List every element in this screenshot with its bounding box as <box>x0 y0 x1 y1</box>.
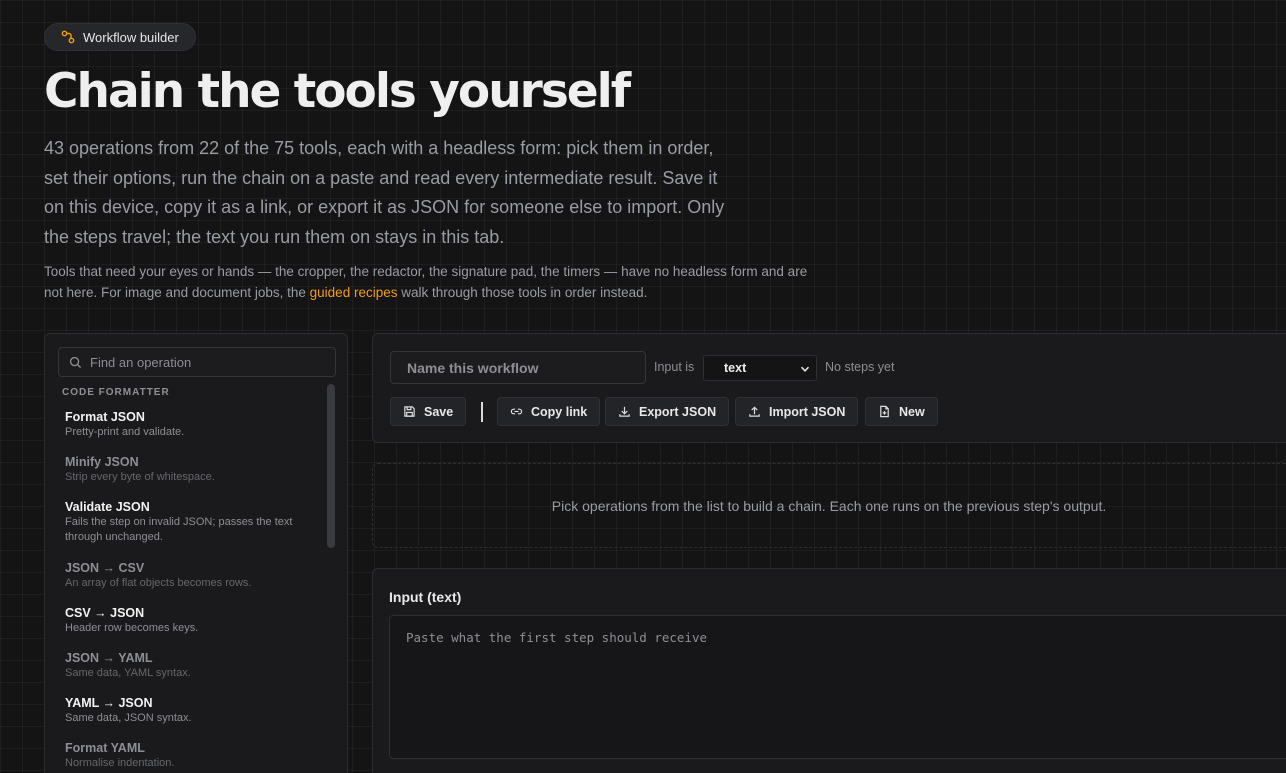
search-box <box>58 347 336 377</box>
operations-sidebar: CODE FORMATTER Format JSON Pretty-print … <box>44 333 348 773</box>
workflow-icon <box>61 30 75 44</box>
new-file-icon <box>880 405 889 418</box>
operation-name: Minify JSON <box>65 455 139 469</box>
operation-item[interactable]: YAML → JSON Same data, JSON syntax. <box>45 690 325 735</box>
download-icon <box>619 406 630 417</box>
operations-list: Format JSON Pretty-print and validate. M… <box>45 404 325 773</box>
toolbar-divider <box>481 402 483 422</box>
operation-item[interactable]: CSV → JSON Header row becomes keys. <box>45 600 325 645</box>
save-button[interactable]: Save <box>390 397 467 426</box>
operation-desc: Header row becomes keys. <box>65 622 199 634</box>
import-json-label: Import JSON <box>769 404 846 419</box>
operation-item[interactable]: Minify JSON Strip every byte of whitespa… <box>45 449 325 494</box>
input-is-label: Input is <box>654 360 695 374</box>
operation-item[interactable]: Validate JSON Fails the step on invalid … <box>45 494 325 555</box>
import-json-button[interactable]: Import JSON <box>735 397 859 426</box>
operation-desc: An array of flat objects becomes rows. <box>65 577 252 589</box>
operation-name: Format JSON <box>65 410 145 424</box>
copy-link-button[interactable]: Copy link <box>497 397 601 426</box>
sidebar-scrollbar[interactable] <box>327 384 335 548</box>
operation-name: YAML → JSON <box>65 696 153 710</box>
page-note: Tools that need your eyes or hands — the… <box>44 262 814 303</box>
operation-desc: Same data, JSON syntax. <box>65 712 192 724</box>
status-text: No steps yet <box>825 360 895 374</box>
operation-item[interactable]: Format JSON Pretty-print and validate. <box>45 404 325 449</box>
copy-link-label: Copy link <box>531 404 588 419</box>
input-panel: Input (text) <box>372 568 1286 773</box>
operation-item[interactable]: JSON → YAML Same data, YAML syntax. <box>45 645 325 690</box>
note-text-after: walk through those tools in order instea… <box>397 284 648 300</box>
workflow-toolbar: Input is text No steps yet Save Copy lin… <box>372 333 1286 443</box>
save-label: Save <box>424 404 454 419</box>
search-input[interactable] <box>90 354 330 370</box>
input-label: Input (text) <box>389 589 462 605</box>
search-icon <box>69 356 82 368</box>
workflow-builder-badge: Workflow builder <box>44 23 196 51</box>
operation-item[interactable]: Format YAML Normalise indentation. <box>45 735 325 773</box>
page-title: Chain the tools yourself <box>44 64 631 119</box>
guided-recipes-link[interactable]: guided recipes <box>310 285 398 300</box>
input-textarea[interactable] <box>389 615 1286 759</box>
operation-desc: Strip every byte of whitespace. <box>65 471 215 483</box>
export-json-button[interactable]: Export JSON <box>605 397 730 426</box>
operation-name: Format YAML <box>65 741 145 755</box>
export-json-label: Export JSON <box>639 404 717 419</box>
page-lead: 43 operations from 22 of the 75 tools, e… <box>44 138 725 248</box>
operation-desc: Normalise indentation. <box>65 757 175 769</box>
link-icon <box>510 408 523 415</box>
upload-icon <box>749 406 760 417</box>
input-type-select[interactable]: text <box>703 355 817 381</box>
operation-item[interactable]: JSON → CSV An array of flat objects beco… <box>45 555 325 600</box>
group-label: CODE FORMATTER <box>62 387 170 398</box>
operation-name: CSV → JSON <box>65 606 145 620</box>
empty-chain-message: Pick operations from the list to build a… <box>372 463 1286 548</box>
operation-name: JSON → YAML <box>65 651 153 665</box>
operation-name: Validate JSON <box>65 500 150 514</box>
operation-desc: Fails the step on invalid JSON; passes t… <box>65 516 293 543</box>
badge-label: Workflow builder <box>83 29 179 45</box>
save-icon <box>404 406 415 417</box>
operation-desc: Pretty-print and validate. <box>65 426 185 438</box>
operation-name: JSON → CSV <box>65 561 145 575</box>
new-button[interactable]: New <box>865 397 938 426</box>
chevron-down-icon <box>800 366 810 372</box>
workflow-name-input[interactable] <box>390 351 646 384</box>
new-label: New <box>899 404 925 419</box>
input-type-value: text <box>724 361 747 375</box>
operation-desc: Same data, YAML syntax. <box>65 667 191 679</box>
